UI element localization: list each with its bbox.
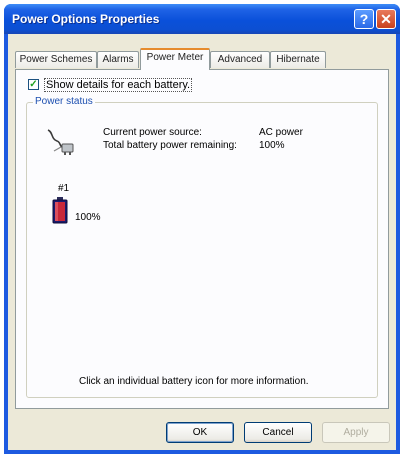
current-source-value: AC power — [259, 127, 303, 138]
power-status-legend: Power status — [33, 96, 95, 107]
battery-info-text: Click an individual battery icon for mor… — [79, 376, 309, 387]
battery-number: #1 — [58, 183, 70, 194]
tab-alarms[interactable]: Alarms — [97, 51, 139, 68]
power-status-group: Power status Current power source: Total… — [26, 96, 378, 398]
power-meter-panel: ✓ Show details for each battery. Power s… — [15, 69, 389, 409]
battery-icon[interactable] — [52, 197, 68, 224]
tab-power-schemes[interactable]: Power Schemes — [15, 51, 97, 68]
cancel-button[interactable]: Cancel — [244, 422, 312, 443]
power-plug-icon — [47, 129, 74, 155]
battery-remaining-label: Total battery power remaining: — [103, 140, 237, 151]
show-details-label[interactable]: Show details for each battery. — [44, 78, 193, 92]
ok-button[interactable]: OK — [166, 422, 234, 443]
current-source-label: Current power source: — [103, 127, 202, 138]
apply-button[interactable]: Apply — [322, 422, 390, 443]
tab-power-meter[interactable]: Power Meter — [140, 48, 210, 70]
title-bar[interactable]: Power Options Properties ? ✕ — [4, 4, 400, 34]
tab-advanced[interactable]: Advanced — [210, 51, 270, 68]
window-title: Power Options Properties — [12, 12, 160, 26]
close-button[interactable]: ✕ — [376, 9, 396, 29]
dialog-body: Power Schemes Alarms Power Meter Advance… — [8, 34, 396, 450]
tab-hibernate[interactable]: Hibernate — [270, 51, 326, 68]
battery-percent: 100% — [75, 212, 101, 223]
power-options-window: Power Options Properties ? ✕ Power Schem… — [4, 4, 400, 454]
battery-remaining-value: 100% — [259, 140, 285, 151]
show-details-checkbox[interactable]: ✓ — [28, 79, 39, 90]
help-button[interactable]: ? — [354, 9, 374, 29]
